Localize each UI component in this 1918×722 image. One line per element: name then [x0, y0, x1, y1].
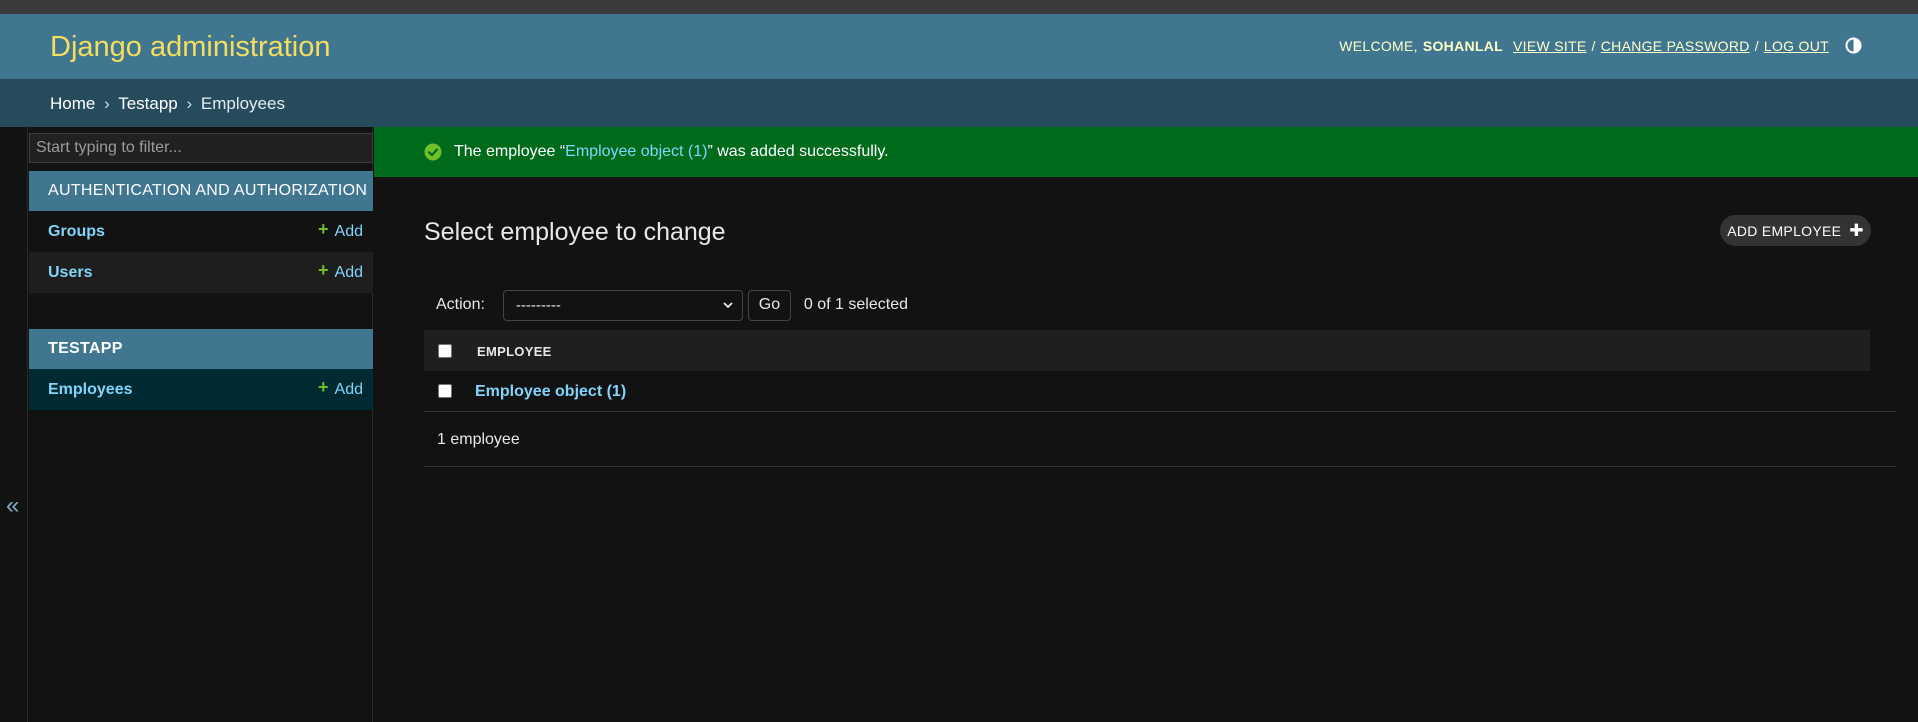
nav-filter-input[interactable] — [29, 133, 373, 163]
plus-icon: + — [318, 259, 329, 280]
sidebar-toggle-column: « — [0, 127, 28, 722]
select-all-checkbox[interactable] — [438, 344, 452, 358]
app-caption-testapp[interactable]: TESTAPP — [29, 329, 373, 369]
add-button-label: ADD EMPLOYEE — [1727, 222, 1842, 239]
add-label: Add — [334, 380, 363, 398]
success-check-icon — [424, 143, 442, 161]
breadcrumb: Home › Testapp › Employees — [0, 79, 1918, 127]
add-user-link[interactable]: + Add — [318, 259, 363, 282]
sidebar-item-label[interactable]: Employees — [48, 381, 132, 399]
message-object-link[interactable]: Employee object (1) — [565, 143, 707, 161]
chevron-down-icon — [723, 302, 733, 309]
view-site-link[interactable]: VIEW SITE — [1513, 38, 1587, 54]
breadcrumb-home[interactable]: Home — [50, 94, 95, 113]
plus-icon: + — [318, 376, 329, 397]
employee-object-link[interactable]: Employee object (1) — [475, 383, 626, 401]
sidebar-item-users: Users + Add — [29, 252, 373, 293]
success-message: The employee “Employee object (1)” was a… — [374, 127, 1918, 177]
page-title: Select employee to change — [424, 218, 726, 246]
breadcrumb-separator: › — [186, 94, 193, 113]
message-suffix: ” was added successfully. — [707, 143, 889, 160]
add-employee-link[interactable]: + Add — [318, 376, 363, 399]
message-prefix: The employee “ — [454, 143, 566, 160]
change-password-link[interactable]: CHANGE PASSWORD — [1601, 38, 1750, 54]
add-label: Add — [334, 222, 363, 240]
row-checkbox[interactable] — [438, 384, 452, 398]
result-count: 1 employee — [437, 431, 520, 448]
user-tools: WELCOME, SOHANLAL VIEW SITE / CHANGE PAS… — [1339, 37, 1862, 54]
action-select-value: --------- — [515, 296, 561, 314]
welcome-text: WELCOME, — [1339, 37, 1418, 54]
breadcrumb-current: Employees — [200, 94, 285, 113]
header: Django administration WELCOME, SOHANLAL … — [0, 14, 1918, 79]
plus-icon: + — [318, 218, 329, 239]
add-group-link[interactable]: + Add — [318, 218, 363, 241]
log-out-link[interactable]: LOG OUT — [1764, 38, 1829, 54]
breadcrumb-separator: › — [104, 94, 110, 113]
selection-counter: 0 of 1 selected — [803, 296, 908, 313]
paginator: 1 employee — [424, 413, 1896, 467]
action-label: Action: — [436, 296, 485, 313]
app-caption-auth[interactable]: AUTHENTICATION AND AUTHORIZATION — [29, 171, 373, 211]
sidebar-item-label[interactable]: Users — [48, 264, 92, 282]
go-button[interactable]: Go — [747, 289, 791, 321]
results-table-header: EMPLOYEE — [424, 330, 1870, 371]
add-label: Add — [334, 263, 363, 281]
browser-top-strip — [0, 0, 1918, 14]
add-employee-button[interactable]: ADD EMPLOYEE ✚ — [1720, 215, 1871, 246]
table-row: Employee object (1) — [424, 372, 1896, 412]
action-select[interactable]: --------- — [502, 289, 743, 321]
plus-icon: ✚ — [1849, 220, 1864, 240]
separator: / — [1591, 37, 1596, 54]
collapse-sidebar-icon[interactable]: « — [6, 492, 19, 520]
separator: / — [1754, 37, 1759, 54]
actions-bar: Action: --------- Go 0 of 1 selected — [424, 287, 1874, 323]
username: SOHANLAL — [1422, 37, 1504, 54]
sidebar-item-employees: Employees + Add — [29, 369, 373, 410]
nav-sidebar: AUTHENTICATION AND AUTHORIZATION Groups … — [29, 127, 373, 722]
column-header-employee[interactable]: EMPLOYEE — [477, 344, 552, 359]
sidebar-item-groups: Groups + Add — [29, 211, 373, 252]
theme-toggle-icon[interactable] — [1845, 37, 1862, 54]
site-brand[interactable]: Django administration — [50, 31, 330, 64]
breadcrumb-testapp[interactable]: Testapp — [118, 94, 178, 113]
sidebar-item-label[interactable]: Groups — [48, 223, 105, 241]
